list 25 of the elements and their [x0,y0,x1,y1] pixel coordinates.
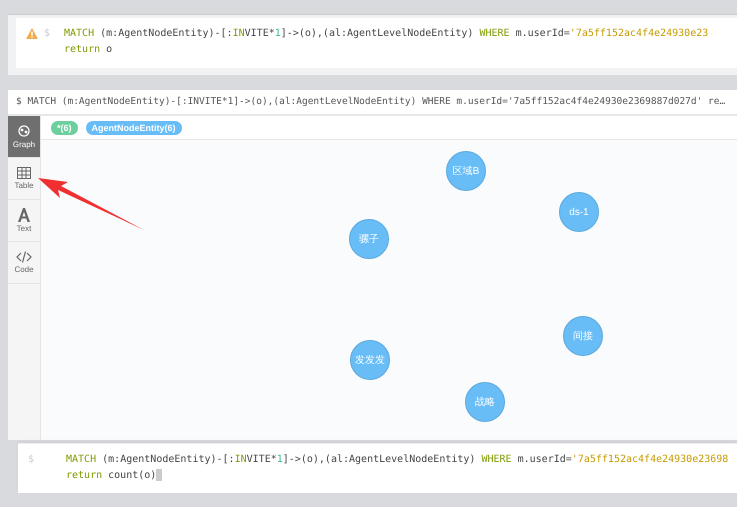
graph-node[interactable]: 间接 [563,316,603,356]
prompt-symbol: $ [44,28,50,40]
code-line: return o [64,43,114,57]
code-line: MATCH (m:AgentNodeEntity)-[:INVITE*1]->(o),(al:AgentLevelNodeEntity) WHERE m.userId='7a5ff152ac4f4e24930e23698 [66,453,728,467]
view-tab[interactable]: Graph [8,116,40,158]
view-tab[interactable]: Text [8,200,40,242]
letter-a-icon [17,208,31,222]
prompt-symbol: $ [28,454,34,466]
code-line: return count(o) [66,468,728,484]
view-tab[interactable]: Code [8,242,40,284]
graph-node[interactable]: 发发发 [350,340,390,380]
graph-node[interactable]: 战略 [465,382,505,422]
code-line: MATCH (m:AgentNodeEntity)-[:INVITE*1]->(o),(al:AgentLevelNodeEntity) WHERE m.userId='7a5ff152ac4f4e24930e23 [64,27,708,41]
label-pill[interactable]: AgentNodeEntity(6) [86,120,182,134]
query-editor[interactable]: $ MATCH (m:AgentNodeEntity)-[:INVITE*1]->(o),(al:AgentLevelNodeEntity) WHERE m.userId='7a5ff152ac4f4e24930e23 return o [16,18,737,68]
graph-node[interactable]: 骡子 [349,219,389,259]
query-editor[interactable]: $ MATCH (m:AgentNodeEntity)-[:INVITE*1]->(o),(al:AgentLevelNodeEntity) WHERE m.userId='7a5ff152ac4f4e24930e23698 return count(o) [18,443,737,493]
graph-icon [17,124,31,138]
graph-node[interactable]: ds-1 [559,192,599,232]
graph-node[interactable]: 区域B [446,151,486,191]
table-icon [17,167,31,179]
label-pill[interactable]: *(6) [51,120,78,134]
view-tab[interactable]: Table [8,158,40,200]
graph-canvas[interactable]: 区域B ds-1 骡子 间接 发发发 战略 [41,140,737,440]
code-icon [16,251,32,263]
